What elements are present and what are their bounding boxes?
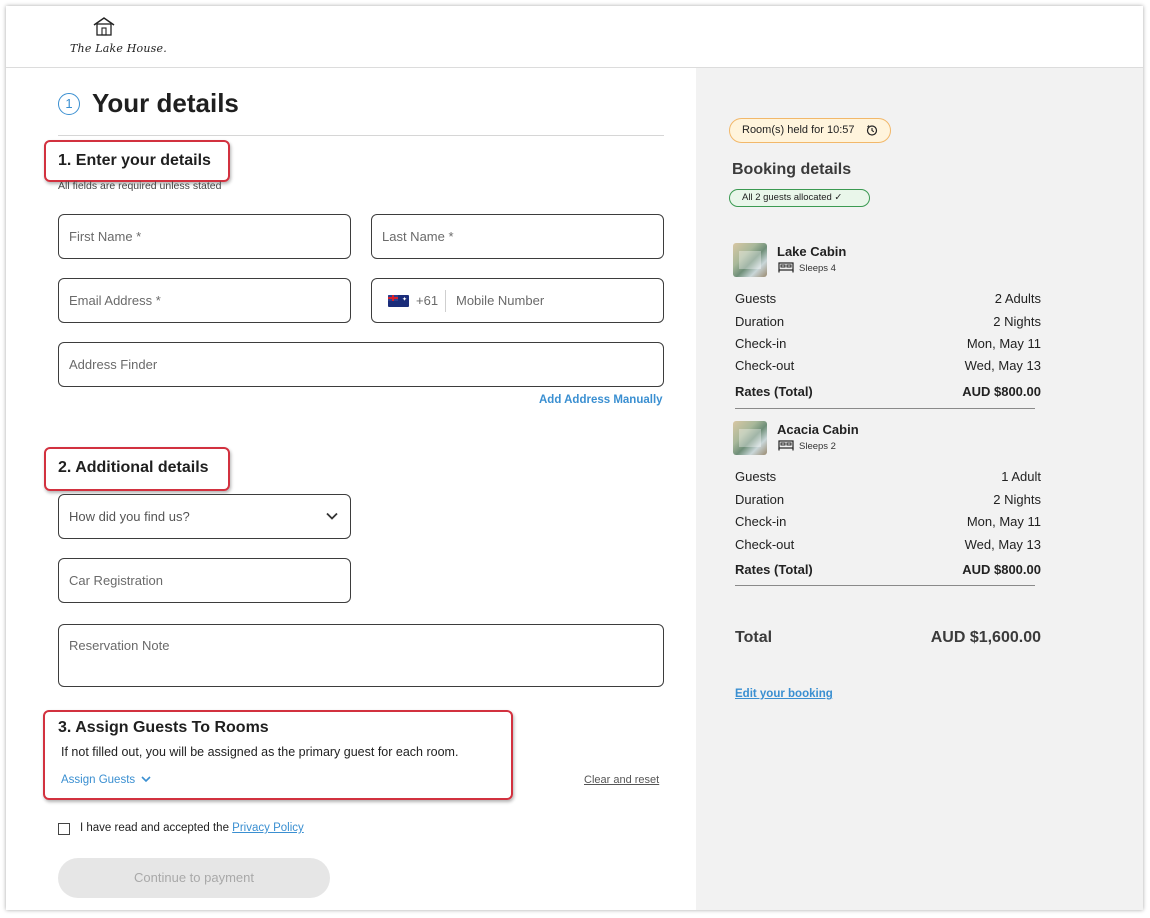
room-checkout-label: Check-out <box>735 358 795 373</box>
room-duration-label: Duration <box>735 314 785 329</box>
address-field[interactable] <box>58 342 664 387</box>
clear-and-reset-link[interactable]: Clear and reset <box>584 774 659 786</box>
how-found-select-value: How did you find us? <box>69 509 190 524</box>
assign-guests-toggle[interactable]: Assign Guests <box>61 774 151 786</box>
room-name: Lake Cabin <box>777 244 847 259</box>
add-address-manually-link[interactable]: Add Address Manually <box>539 394 663 406</box>
site-header: The Lake House. <box>6 6 1143 68</box>
room-guests-label: Guests <box>735 291 777 306</box>
room-name: Acacia Cabin <box>777 422 859 437</box>
assign-guests-label[interactable]: Assign Guests <box>61 774 135 786</box>
bed-icon <box>778 262 794 273</box>
room-duration-value: 2 Nights <box>993 492 1041 507</box>
section3-title: 3. Assign Guests To Rooms <box>58 719 269 736</box>
reservation-note-field[interactable] <box>58 624 664 687</box>
room-rates-value: AUD $800.00 <box>962 384 1041 399</box>
total-label: Total <box>735 629 773 646</box>
room-rates-value: AUD $800.00 <box>962 562 1041 577</box>
booking-details-title: Booking details <box>732 161 852 178</box>
chevron-down-icon <box>326 512 338 520</box>
first-name-field[interactable] <box>58 214 351 259</box>
car-registration-field[interactable] <box>58 558 351 603</box>
section1-title: 1. Enter your details <box>58 152 211 169</box>
reservation-note-input[interactable] <box>59 625 663 686</box>
room-checkin-label: Check-in <box>735 336 787 351</box>
last-name-input[interactable] <box>372 215 663 258</box>
mobile-input[interactable] <box>446 279 662 322</box>
privacy-checkbox[interactable] <box>58 823 70 835</box>
room-duration-value: 2 Nights <box>993 314 1041 329</box>
room-thumbnail <box>733 243 767 277</box>
room-hold-timer: Room(s) held for 10:57 <box>729 118 891 143</box>
page-title: Your details <box>92 88 239 118</box>
room-guests-value: 2 Adults <box>994 291 1041 306</box>
timer-icon <box>866 125 878 136</box>
room-divider <box>735 408 1035 409</box>
room-checkout-value: Wed, May 13 <box>964 358 1041 373</box>
title-divider <box>58 135 664 136</box>
dial-code[interactable]: +61 <box>416 293 438 308</box>
step-indicator: 1 <box>58 93 80 115</box>
site-logo[interactable]: The Lake House. <box>70 16 167 60</box>
timer-text: Room(s) held for 10:57 <box>742 124 855 136</box>
total-value: AUD $1,600.00 <box>930 629 1041 646</box>
logo-text: The Lake House. <box>70 42 167 55</box>
address-finder-input[interactable] <box>59 343 663 386</box>
room-duration-label: Duration <box>735 492 785 507</box>
booking-summary-panel: Room(s) held for 10:57 Booking details A… <box>696 68 1143 910</box>
room-rates-label: Rates (Total) <box>735 562 813 577</box>
room-checkin-value: Mon, May 11 <box>966 514 1041 529</box>
assign-guests-description: If not filled out, you will be assigned … <box>61 745 459 759</box>
room-checkin-label: Check-in <box>735 514 787 529</box>
last-name-field[interactable] <box>371 214 664 259</box>
required-fields-note: All fields are required unless stated <box>58 180 222 192</box>
room-thumbnail <box>733 421 767 455</box>
email-input[interactable] <box>59 279 350 322</box>
room-rates-label: Rates (Total) <box>735 384 813 399</box>
how-found-select[interactable]: How did you find us? <box>58 494 351 539</box>
bed-icon <box>778 440 794 451</box>
room-checkin-value: Mon, May 11 <box>966 336 1041 351</box>
continue-to-payment-button[interactable]: Continue to payment <box>58 858 330 898</box>
details-form-panel: 1 Your details 1. Enter your details All… <box>6 68 696 910</box>
privacy-consent-text: I have read and accepted the Privacy Pol… <box>80 822 304 834</box>
consent-label: I have read and accepted the <box>80 822 233 834</box>
edit-booking-link[interactable]: Edit your booking <box>735 688 833 700</box>
privacy-policy-link[interactable]: Privacy Policy <box>232 822 304 834</box>
email-field[interactable] <box>58 278 351 323</box>
chevron-down-icon <box>141 776 151 783</box>
australia-flag-icon[interactable] <box>388 295 409 307</box>
mobile-field[interactable]: +61 <box>371 278 664 323</box>
mobile-input-wrap[interactable] <box>446 279 662 322</box>
room-sleeps: Sleeps 4 <box>799 263 836 274</box>
room-checkout-label: Check-out <box>735 537 795 552</box>
booking-page: The Lake House. 1 Your details 1. Enter … <box>6 6 1143 910</box>
section2-title: 2. Additional details <box>58 459 209 476</box>
car-registration-input[interactable] <box>59 559 350 602</box>
first-name-input[interactable] <box>59 215 350 258</box>
room-checkout-value: Wed, May 13 <box>964 537 1041 552</box>
guests-allocated-badge: All 2 guests allocated ✓ <box>729 189 870 207</box>
room-divider <box>735 585 1035 586</box>
room-guests-label: Guests <box>735 469 777 484</box>
room-sleeps: Sleeps 2 <box>799 441 836 452</box>
house-logo-icon <box>93 17 115 36</box>
room-guests-value: 1 Adult <box>1001 469 1041 484</box>
